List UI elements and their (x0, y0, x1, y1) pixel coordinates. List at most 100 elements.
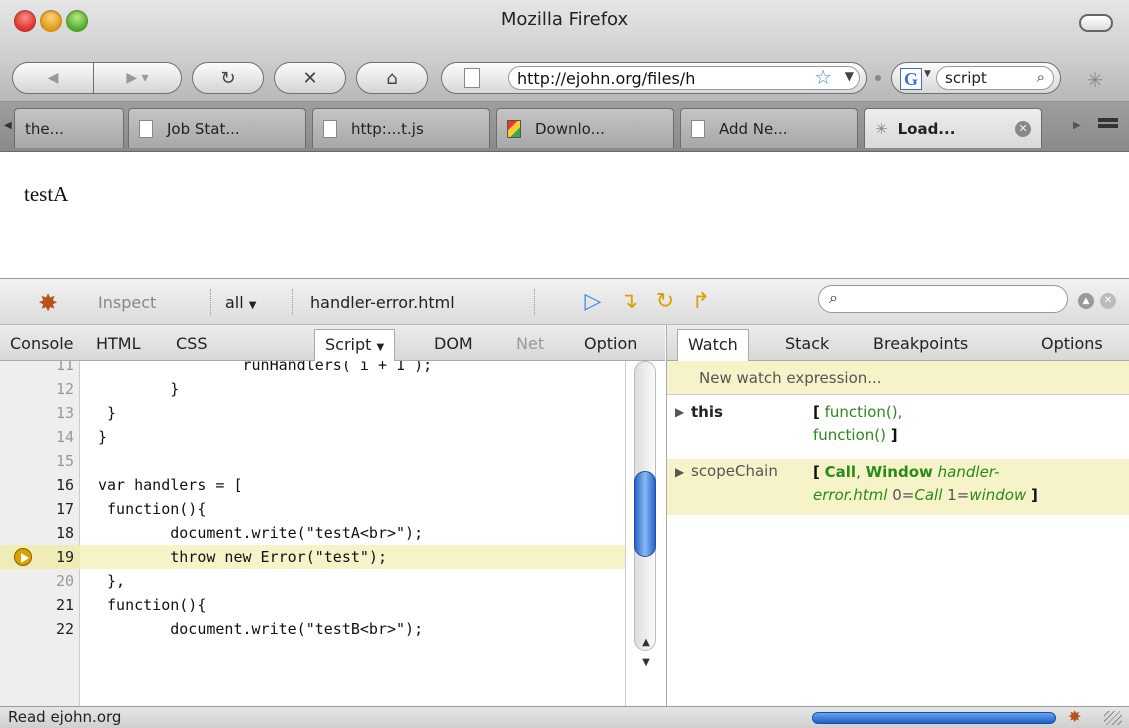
firebug-search-input[interactable]: ⌕ (818, 285, 1068, 313)
tab-breakpoints[interactable]: Breakpoints (873, 334, 968, 353)
watch-value-item: window (969, 486, 1027, 504)
search-value: script (945, 69, 987, 87)
home-button[interactable]: ⌂ (356, 62, 428, 94)
tab-watch[interactable]: Watch (677, 329, 749, 361)
scroll-up-icon[interactable]: ▲ (634, 637, 658, 648)
toolbar-toggle-button[interactable] (1079, 14, 1113, 32)
back-forward-group: ◀ ▶ ▾ (12, 62, 182, 94)
line-number[interactable]: 19 (0, 545, 74, 569)
watch-value-item[interactable]: Window (866, 463, 933, 481)
tab-strip: ◀ the... Job Stat... http:...t.js Downlo… (0, 102, 1129, 152)
script-source[interactable]: 11 runHandlers( i + 1 ); 12 } 13 } 14} 1… (0, 361, 625, 707)
chevron-down-icon: ▼ (376, 342, 385, 353)
code-line: 15 (0, 449, 625, 473)
step-over-icon[interactable]: ↴ (616, 289, 642, 315)
tab-net[interactable]: Net (516, 334, 544, 353)
list-all-tabs-icon[interactable] (1098, 118, 1118, 134)
code-line: 16 var handlers = [ (0, 473, 625, 497)
page-text: testA (24, 182, 69, 206)
tab-script[interactable]: Script ▼ (314, 329, 396, 361)
tab-the[interactable]: the... (14, 108, 124, 148)
search-engine-icon[interactable]: G (900, 68, 922, 90)
watch-row-this[interactable]: ▶ this [ function(), function() ] (667, 401, 1129, 453)
new-watch-expression-input[interactable]: New watch expression... (667, 361, 1129, 395)
scrollbar-thumb[interactable] (634, 471, 656, 557)
minimize-firebug-icon[interactable]: ▲ (1078, 293, 1094, 309)
line-number[interactable]: 18 (0, 521, 74, 545)
watch-value-item[interactable]: Call (825, 463, 856, 481)
inspect-button[interactable]: Inspect (98, 293, 156, 312)
expand-triangle-icon[interactable]: ▶ (675, 405, 684, 419)
stop-icon: ✕ (302, 67, 318, 89)
watch-value-item: handler- (937, 463, 1000, 481)
continue-icon[interactable]: ▷ (580, 289, 606, 315)
code-text: document.write("testB<br>"); (98, 620, 424, 638)
search-engine-dropdown-icon[interactable]: ▼ (924, 69, 931, 79)
separator (534, 289, 535, 315)
line-number[interactable]: 21 (0, 593, 74, 617)
scroll-down-icon[interactable]: ▼ (634, 657, 658, 668)
code-text: var handlers = [ (98, 476, 243, 494)
page-icon (323, 119, 337, 138)
code-line: 13 } (0, 401, 625, 425)
back-button[interactable]: ◀ (12, 62, 94, 94)
tab-html[interactable]: HTML (96, 334, 141, 353)
forward-button[interactable]: ▶ ▾ (93, 62, 182, 94)
watch-panel: New watch expression... ▶ this [ functio… (666, 361, 1129, 707)
line-number[interactable]: 15 (0, 449, 74, 473)
url-input[interactable]: http://ejohn.org/files/h (508, 66, 860, 90)
line-number[interactable]: 16 (0, 473, 74, 497)
status-text: Read ejohn.org (8, 708, 122, 726)
watch-value-item: Call (914, 486, 943, 504)
url-bar[interactable]: http://ejohn.org/files/h ☆ ▼ (441, 62, 867, 94)
close-firebug-icon[interactable]: ✕ (1100, 293, 1116, 309)
tab-downloads[interactable]: Downlo... (496, 108, 674, 148)
tab-http-tjs[interactable]: http:...t.js (312, 108, 490, 148)
filter-dropdown[interactable]: all ▼ (225, 293, 257, 312)
tab-css[interactable]: CSS (176, 334, 207, 353)
reload-button[interactable]: ↻ (192, 62, 264, 94)
tab-options[interactable]: Option (584, 334, 637, 353)
resize-grip-icon[interactable] (1104, 711, 1122, 725)
tab-console[interactable]: Console (10, 334, 74, 353)
home-icon: ⌂ (386, 67, 398, 89)
line-number[interactable]: 17 (0, 497, 74, 521)
line-number[interactable]: 20 (0, 569, 74, 593)
code-line: 11 runHandlers( i + 1 ); (0, 361, 625, 377)
step-into-icon[interactable]: ↻ (652, 289, 678, 315)
script-scrollbar[interactable]: ▲ ▼ (625, 361, 665, 707)
tab-stack[interactable]: Stack (785, 334, 829, 353)
tab-add-new[interactable]: Add Ne... (680, 108, 858, 148)
url-dropdown-icon[interactable]: ▼ (845, 69, 854, 83)
close-tab-icon[interactable]: ✕ (1015, 120, 1031, 137)
search-icon[interactable]: ⌕ (1037, 68, 1045, 86)
scroll-tabs-left-icon[interactable]: ◀ (4, 120, 12, 131)
tab-loading[interactable]: ✳ Load... ✕ (864, 108, 1042, 148)
watch-value-item[interactable]: function(), (825, 403, 903, 421)
watch-row-scopechain[interactable]: ▶ scopeChain [ Call, Window handler- err… (667, 459, 1129, 515)
tab-dom[interactable]: DOM (434, 334, 473, 353)
loading-progress-bar (812, 712, 1056, 724)
watch-value-item[interactable]: function() (813, 426, 886, 444)
search-input[interactable]: script ⌕ (936, 66, 1054, 90)
page-icon (139, 119, 153, 138)
line-number[interactable]: 14 (0, 425, 74, 449)
search-bar[interactable]: G ▼ script ⌕ (891, 62, 1061, 94)
bracket-close: ] (890, 426, 898, 444)
step-out-icon[interactable]: ↱ (688, 289, 714, 315)
line-number[interactable]: 12 (0, 377, 74, 401)
filter-label: all (225, 293, 244, 312)
tab-job-stat[interactable]: Job Stat... (128, 108, 306, 148)
firebug-icon[interactable]: ✸ (38, 289, 58, 317)
scroll-tabs-right-icon[interactable]: ▶ (1073, 120, 1081, 131)
tab-side-options[interactable]: Options (1041, 334, 1103, 353)
bookmark-star-icon[interactable]: ☆ (814, 65, 832, 89)
file-selector[interactable]: handler-error.html (310, 293, 455, 312)
line-number[interactable]: 22 (0, 617, 74, 641)
stop-button[interactable]: ✕ (274, 62, 346, 94)
firebug-toolbar: ✸ Inspect all ▼ handler-error.html ▷ ↴ ↻… (0, 279, 1129, 325)
line-number[interactable]: 13 (0, 401, 74, 425)
line-number[interactable]: 11 (0, 361, 74, 377)
expand-triangle-icon[interactable]: ▶ (675, 465, 684, 479)
firebug-status-icon[interactable]: ✸ (1068, 707, 1081, 726)
